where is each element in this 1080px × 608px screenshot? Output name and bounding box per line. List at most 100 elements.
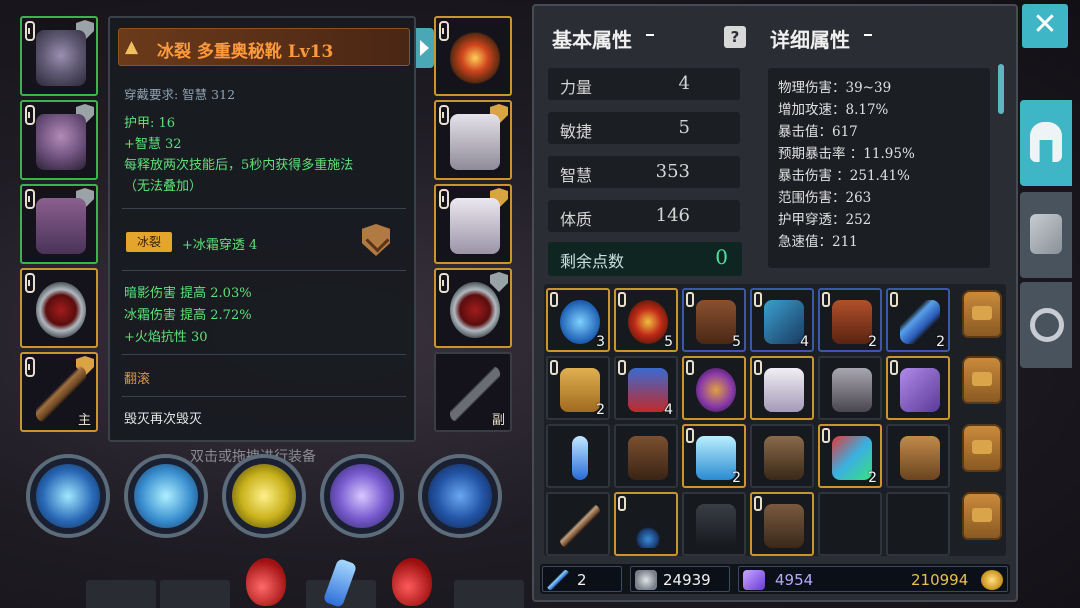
health-potion-icon[interactable]	[246, 558, 286, 606]
stat-value: 353	[655, 161, 690, 182]
lock-icon	[550, 292, 558, 307]
health-flask-icon[interactable]	[392, 558, 432, 606]
skill-slot-2[interactable]	[124, 454, 208, 538]
inventory-slot[interactable]	[750, 424, 814, 488]
equip-slot-ring-left[interactable]	[20, 268, 98, 348]
basic-attributes-title[interactable]: 基本属性	[552, 24, 632, 53]
inventory-slot[interactable]: 5	[614, 288, 678, 352]
skill-slot-5[interactable]	[418, 454, 502, 538]
backpack-icon[interactable]	[962, 492, 1002, 540]
detail-scrollbar[interactable]	[998, 64, 1004, 114]
equip-slot-boots[interactable]	[434, 184, 512, 264]
equip-slot-gloves[interactable]	[434, 100, 512, 180]
item-set-name: 毁灭再次毁灭	[124, 412, 203, 427]
quick-slot[interactable]	[454, 580, 524, 608]
inventory-slot[interactable]: 2	[682, 424, 746, 488]
metal-boots-icon	[832, 368, 872, 412]
lock-icon	[618, 360, 626, 375]
inventory-slot-empty[interactable]	[886, 492, 950, 556]
white-boots-icon	[764, 368, 804, 412]
red-gloves-icon	[832, 300, 872, 344]
equip-slot-off-hand[interactable]: 副	[434, 352, 512, 432]
equip-slot-helmet[interactable]	[20, 16, 98, 96]
ice-shard-icon	[36, 464, 100, 528]
ring-art	[450, 282, 500, 338]
dodge-roll-icon	[428, 464, 492, 528]
remaining-points-value: 0	[715, 245, 728, 269]
satchel-icon	[900, 436, 940, 480]
item-count: 4	[664, 402, 673, 418]
tab-equipment[interactable]	[1020, 100, 1072, 186]
blue-vial-icon	[572, 436, 588, 480]
inventory-slot[interactable]: 4	[614, 356, 678, 420]
stat-value: 5	[678, 117, 690, 138]
silver-token-icon	[635, 570, 657, 590]
lock-icon	[754, 496, 762, 511]
feather-icon	[900, 300, 940, 344]
quick-slot[interactable]	[86, 580, 156, 608]
inventory-slot[interactable]	[614, 424, 678, 488]
equip-slot-ring-right[interactable]	[434, 268, 512, 348]
equip-slot-main-hand[interactable]: 主	[20, 352, 98, 432]
item-count: 4	[800, 334, 809, 350]
equip-slot-chest[interactable]	[20, 100, 98, 180]
lock-icon	[25, 105, 35, 125]
crystal-amount: 4954	[775, 571, 814, 589]
leather-boots-icon	[696, 300, 736, 344]
inventory-slot[interactable]	[614, 492, 678, 556]
quick-slot[interactable]	[160, 580, 230, 608]
item-requirement: 穿戴要求: 智慧 312	[124, 87, 236, 102]
inventory-slot[interactable]: 3	[546, 288, 610, 352]
inventory-slot[interactable]: 2	[886, 288, 950, 352]
item-count: 2	[732, 470, 741, 486]
question-icon[interactable]: ?	[724, 26, 746, 48]
inventory-slot[interactable]: 2	[546, 356, 610, 420]
inventory-slot[interactable]: 5	[682, 288, 746, 352]
legs-art	[36, 198, 86, 254]
backpack-icon[interactable]	[962, 356, 1002, 404]
tab-settings[interactable]	[1020, 282, 1072, 368]
stat-row-agility: 敏捷 5	[548, 112, 740, 144]
lock-icon	[618, 292, 626, 307]
inventory-slot[interactable]	[818, 356, 882, 420]
stat-value: 146	[655, 205, 690, 226]
inventory-slot[interactable]	[886, 424, 950, 488]
backpack-icon[interactable]	[962, 424, 1002, 472]
skill-slot-1[interactable]	[26, 454, 110, 538]
boot-icon: ▲	[125, 37, 139, 57]
inventory-slot-empty[interactable]	[818, 492, 882, 556]
wand-count: 2	[577, 571, 587, 589]
close-button[interactable]: ✕	[1022, 4, 1068, 48]
equip-slot-legs[interactable]	[20, 184, 98, 264]
skill-slot-4[interactable]	[320, 454, 404, 538]
tooltip-expand-tab[interactable]	[416, 28, 434, 68]
inventory-slot[interactable]	[750, 492, 814, 556]
inventory-slot[interactable]	[682, 356, 746, 420]
inventory-slot[interactable]	[682, 492, 746, 556]
inventory-slot[interactable]: 4	[750, 288, 814, 352]
rune-shield-icon	[362, 224, 390, 256]
equip-slot-amulet[interactable]	[434, 16, 512, 96]
scroll-icon	[560, 368, 600, 412]
inventory-slot[interactable]: 2	[818, 424, 882, 488]
inventory-slot[interactable]	[546, 492, 610, 556]
detailed-attributes-title[interactable]: 详细属性	[770, 24, 850, 53]
golden-strike-icon	[232, 464, 296, 528]
lock-icon	[25, 357, 35, 377]
fire-orb-icon	[628, 300, 668, 344]
item-passive-line2: （无法叠加）	[124, 179, 203, 194]
inventory-slot[interactable]: 2	[818, 288, 882, 352]
close-icon: ✕	[1032, 7, 1058, 42]
inventory-slot[interactable]	[546, 424, 610, 488]
remaining-points-label: 剩余点数	[560, 252, 625, 271]
skill-slot-3[interactable]	[222, 454, 306, 538]
detail-stat: 物理伤害：39~39	[778, 80, 892, 96]
tab-crafting[interactable]	[1020, 192, 1072, 278]
gold-amount: 210994	[911, 571, 969, 589]
backpack-icon[interactable]	[962, 290, 1002, 338]
inventory-slot[interactable]	[750, 356, 814, 420]
boots-art	[450, 198, 500, 254]
detail-stats-list[interactable]: 物理伤害：39~39 增加攻速：8.17% 暴击值：617 预期暴击率 ：11.…	[768, 68, 990, 268]
purple-scale-icon	[900, 368, 940, 412]
inventory-slot[interactable]	[886, 356, 950, 420]
